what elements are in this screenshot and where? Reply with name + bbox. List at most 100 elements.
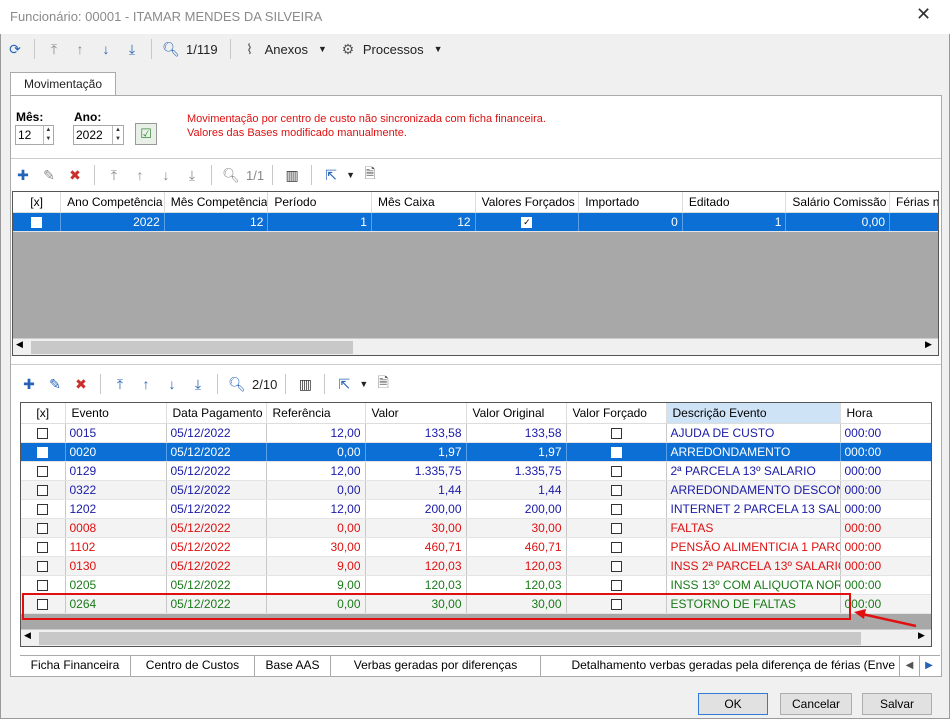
row-checkbox[interactable] — [37, 465, 49, 477]
column-header[interactable]: Valor Original — [466, 403, 567, 424]
prev-record-icon[interactable]: ↑ — [135, 373, 157, 395]
search-icon[interactable]: 🔍︎ — [160, 38, 182, 60]
chevron-down-icon[interactable]: ▼ — [359, 379, 368, 389]
column-header[interactable]: Descrição Evento — [666, 403, 841, 424]
column-header[interactable]: Evento — [65, 403, 167, 424]
column-header[interactable]: Valor — [365, 403, 467, 424]
first-record-icon[interactable]: ⤒ — [103, 164, 125, 186]
document-icon[interactable]: 🗎 — [359, 164, 381, 186]
scroll-right-icon[interactable]: ▶ — [925, 339, 932, 350]
valor-forcado-checkbox[interactable] — [610, 427, 622, 439]
column-header[interactable]: Editado — [682, 192, 787, 213]
ano-stepper[interactable]: ▲▼ — [73, 125, 124, 145]
table-row[interactable]: 1202 05/12/2022 12,00 200,00 200,00 INTERNET … — [21, 499, 931, 519]
column-header[interactable]: Valor Forçado — [566, 403, 667, 424]
table-row[interactable]: 0322 05/12/2022 0,00 1,44 1,44 ARREDONDAMENTO… — [21, 480, 931, 500]
refresh-icon[interactable]: ⟳ — [4, 38, 26, 60]
next-record-icon[interactable]: ↓ — [161, 373, 183, 395]
valor-forcado-checkbox[interactable] — [610, 522, 622, 534]
valor-forcado-checkbox[interactable] — [610, 484, 622, 496]
last-record-icon[interactable]: ⤓ — [121, 38, 143, 60]
document-icon[interactable]: 🗎 — [372, 373, 394, 395]
column-header[interactable]: [x] — [21, 403, 66, 424]
chevron-down-icon[interactable]: ▼ — [346, 170, 355, 180]
tab-base-aas[interactable]: Base AAS — [255, 656, 331, 676]
tab-detalhamento-verbas[interactable]: Detalhamento verbas geradas pela diferen… — [541, 656, 900, 676]
columns-icon[interactable]: ▥ — [294, 373, 316, 395]
table-row[interactable]: 0205 05/12/2022 9,00 120,03 120,03 INSS 13º C… — [21, 575, 931, 595]
first-record-icon[interactable]: ⤒ — [43, 38, 65, 60]
next-record-icon[interactable]: ↓ — [155, 164, 177, 186]
row-checkbox[interactable] — [37, 541, 49, 553]
column-header[interactable]: Hora — [840, 403, 931, 424]
export-icon[interactable]: ⇱ — [320, 164, 342, 186]
row-checkbox[interactable] — [37, 484, 49, 496]
prev-record-icon[interactable]: ↑ — [129, 164, 151, 186]
row-checkbox[interactable] — [37, 560, 49, 572]
row-checkbox[interactable] — [37, 427, 49, 439]
column-header[interactable]: Mês Caixa — [371, 192, 476, 213]
anexos-menu[interactable]: Anexos — [265, 42, 308, 57]
table-row[interactable]: 2022 12 1 12 ✓ 0 1 0,00 0 — [13, 212, 938, 232]
tab-ficha-financeira[interactable]: Ficha Financeira — [20, 656, 131, 676]
ano-input[interactable] — [74, 126, 113, 144]
row-checkbox[interactable] — [31, 216, 43, 228]
chevron-down-icon[interactable]: ▼ — [434, 44, 443, 54]
valores-forcados-checkbox[interactable]: ✓ — [521, 216, 533, 228]
columns-icon[interactable]: ▥ — [281, 164, 303, 186]
tab-verbas-geradas[interactable]: Verbas geradas por diferenças — [331, 656, 541, 676]
tab-scroll-right-icon[interactable]: ▶ — [920, 656, 938, 676]
table-row[interactable]: 0008 05/12/2022 0,00 30,00 30,00 FALTAS 000:00 — [21, 518, 931, 538]
scroll-right-icon[interactable]: ▶ — [918, 630, 925, 641]
mes-input[interactable] — [16, 126, 43, 144]
first-record-icon[interactable]: ⤒ — [109, 373, 131, 395]
valor-forcado-checkbox[interactable] — [610, 541, 622, 553]
table-row[interactable]: 1102 05/12/2022 30,00 460,71 460,71 PENSÃO AL… — [21, 537, 931, 557]
add-icon[interactable]: ✚ — [18, 373, 40, 395]
mes-stepper[interactable]: ▲▼ — [15, 125, 54, 145]
table-row[interactable]: 0015 05/12/2022 12,00 133,58 133,58 AJUDA DE … — [21, 423, 931, 443]
column-header[interactable]: Ano Competência — [60, 192, 165, 213]
tab-movimentacao[interactable]: Movimentação — [10, 72, 116, 96]
row-checkbox[interactable] — [37, 446, 49, 458]
valor-forcado-checkbox[interactable] — [610, 579, 622, 591]
row-checkbox[interactable] — [37, 522, 49, 534]
close-icon[interactable]: ✕ — [916, 4, 931, 25]
search-icon[interactable]: 🔍︎ — [226, 373, 248, 395]
column-header[interactable]: Valores Forçados — [475, 192, 580, 213]
edit-icon[interactable]: ✎ — [38, 164, 60, 186]
column-header[interactable]: [x] — [13, 192, 62, 213]
save-button[interactable]: Salvar — [862, 693, 932, 715]
delete-icon[interactable]: ✖ — [70, 373, 92, 395]
table-row[interactable]: 0129 05/12/2022 12,00 1.335,75 1.335,75 2ª PA… — [21, 461, 931, 481]
column-header[interactable]: Férias no Mês — [889, 192, 938, 213]
chevron-down-icon[interactable]: ▼ — [318, 44, 327, 54]
grid2-scrollbar[interactable]: ◀ ▶ — [21, 629, 931, 646]
valor-forcado-checkbox[interactable] — [610, 465, 622, 477]
confirm-period-icon[interactable]: ☑ — [135, 123, 157, 145]
export-icon[interactable]: ⇱ — [333, 373, 355, 395]
edit-icon[interactable]: ✎ — [44, 373, 66, 395]
column-header[interactable]: Período — [267, 192, 372, 213]
search-icon[interactable]: 🔍︎ — [220, 164, 242, 186]
column-header[interactable]: Data Pagamento — [166, 403, 267, 424]
last-record-icon[interactable]: ⤓ — [181, 164, 203, 186]
delete-icon[interactable]: ✖ — [64, 164, 86, 186]
valor-forcado-checkbox[interactable] — [610, 503, 622, 515]
column-header[interactable]: Mês Competência — [164, 192, 269, 213]
scroll-left-icon[interactable]: ◀ — [24, 630, 31, 641]
table-row[interactable]: 0130 05/12/2022 9,00 120,03 120,03 INSS 2ª PA… — [21, 556, 931, 576]
tab-scroll-left-icon[interactable]: ◀ — [900, 656, 920, 676]
gear-icon[interactable]: ⚙ — [337, 38, 359, 60]
valor-forcado-checkbox[interactable] — [610, 560, 622, 572]
column-header[interactable]: Importado — [578, 192, 683, 213]
tab-centro-de-custos[interactable]: Centro de Custos — [131, 656, 255, 676]
cancel-button[interactable]: Cancelar — [780, 693, 852, 715]
scroll-left-icon[interactable]: ◀ — [16, 339, 23, 350]
valor-forcado-checkbox[interactable] — [610, 446, 622, 458]
next-record-icon[interactable]: ↓ — [95, 38, 117, 60]
processos-menu[interactable]: Processos — [363, 42, 424, 57]
prev-record-icon[interactable]: ↑ — [69, 38, 91, 60]
paperclip-icon[interactable]: ⌇ — [239, 38, 261, 60]
table-row[interactable]: 0020 05/12/2022 0,00 1,97 1,97 ARREDONDAMENTO… — [21, 442, 931, 462]
